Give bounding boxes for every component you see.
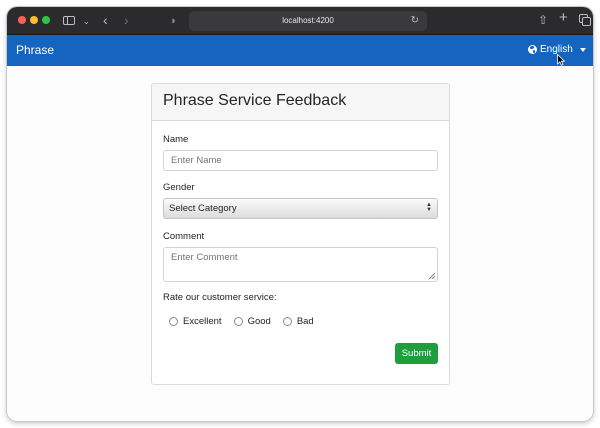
comment-textarea[interactable]: Enter Comment — [163, 247, 438, 282]
radio-button[interactable] — [169, 317, 178, 326]
select-arrows-icon: ▲ ▼ — [426, 202, 432, 213]
card-title: Phrase Service Feedback — [152, 84, 449, 121]
close-window-button[interactable] — [18, 16, 26, 24]
radio-button[interactable] — [233, 317, 243, 326]
address-url: localhost:4200 — [282, 16, 334, 25]
feedback-card: Phrase Service Feedback Name Gender Sele… — [151, 83, 450, 385]
caret-down-icon — [579, 47, 586, 52]
browser-toolbar: ⌄ ‹ › ◑ localhost:4200 ↻ ⇧ + — [7, 7, 593, 35]
zoom-window-button[interactable] — [42, 16, 50, 24]
minimize-window-button[interactable] — [30, 16, 38, 24]
rating-option-label: Bad — [296, 316, 314, 327]
globe-icon — [528, 45, 537, 54]
back-arrow-icon[interactable]: ‹ — [103, 12, 108, 28]
sidebar-toggle-icon[interactable] — [63, 13, 75, 29]
new-tab-icon[interactable]: + — [559, 10, 568, 26]
rating-option-label: Excellent — [183, 316, 222, 327]
submit-button[interactable]: Submit — [395, 343, 438, 364]
comment-placeholder: Enter Comment — [171, 252, 238, 263]
gender-select[interactable]: Select Category ▲ ▼ — [163, 198, 438, 219]
gender-label: Gender — [163, 182, 195, 193]
tab-overview-icon[interactable] — [579, 12, 591, 28]
radio-button[interactable] — [282, 317, 292, 326]
rating-option-excellent[interactable]: Excellent — [169, 316, 222, 327]
name-label: Name — [163, 134, 189, 145]
address-bar[interactable]: localhost:4200 ↻ — [189, 11, 427, 31]
reload-icon[interactable]: ↻ — [411, 11, 419, 31]
rating-label: Rate our customer service: — [163, 292, 277, 303]
comment-label: Comment — [163, 231, 205, 242]
rating-option-good[interactable]: Good — [233, 316, 271, 327]
rating-option-bad[interactable]: Bad — [282, 316, 314, 327]
share-icon[interactable]: ⇧ — [538, 12, 548, 28]
privacy-shield-icon[interactable]: ◑ — [169, 13, 176, 29]
forward-arrow-icon[interactable]: › — [124, 12, 129, 28]
rating-options: Excellent Good Bad — [169, 316, 326, 327]
app-navbar: Phrase English — [7, 35, 593, 66]
resize-handle-icon[interactable] — [429, 273, 435, 279]
gender-selected-value: Select Category — [169, 203, 237, 214]
rating-option-label: Good — [247, 316, 271, 327]
name-input[interactable] — [163, 150, 438, 171]
chevron-down-icon[interactable]: ⌄ — [83, 14, 90, 30]
mouse-cursor-icon — [557, 54, 565, 66]
browser-window: ⌄ ‹ › ◑ localhost:4200 ↻ ⇧ + Phrase Engl… — [7, 7, 593, 421]
brand-link[interactable]: Phrase — [16, 43, 54, 57]
